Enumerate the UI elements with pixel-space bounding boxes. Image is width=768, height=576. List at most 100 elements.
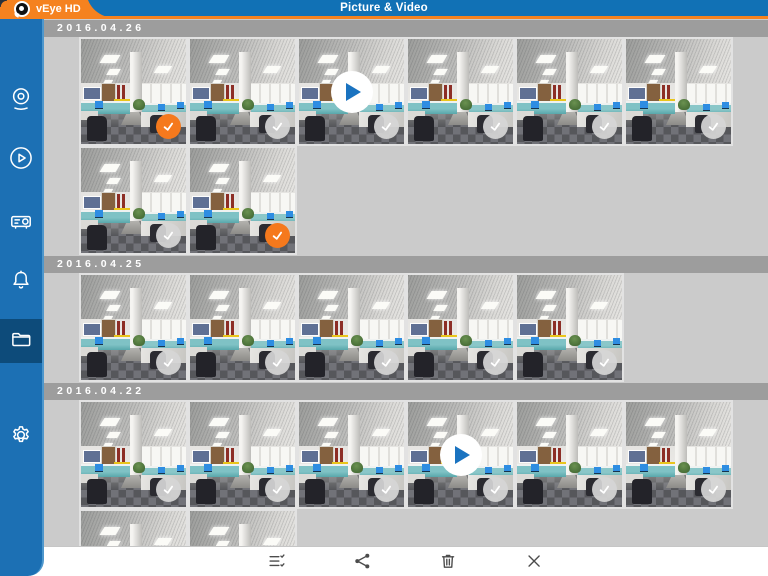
scene-mon xyxy=(204,101,212,109)
scene-pic xyxy=(192,196,210,209)
scene-mon xyxy=(722,465,729,472)
sidebar-item-cameras[interactable] xyxy=(0,79,42,123)
scene-mon xyxy=(422,101,430,109)
scene-plant xyxy=(569,462,581,473)
check-selected-icon[interactable] xyxy=(156,114,181,139)
check-unselected-icon[interactable] xyxy=(701,477,726,502)
toolbar-delete-button[interactable] xyxy=(438,551,460,573)
check-unselected-icon[interactable] xyxy=(265,114,290,139)
check-unselected-icon[interactable] xyxy=(592,477,617,502)
check-unselected-icon[interactable] xyxy=(374,477,399,502)
scene-chair xyxy=(523,479,543,504)
scene-chair xyxy=(196,116,216,141)
photo-thumbnail[interactable] xyxy=(79,273,188,382)
scene-mon xyxy=(158,467,165,474)
photo-thumbnail[interactable] xyxy=(188,37,297,146)
scene-mon xyxy=(722,102,729,109)
photo-thumbnail[interactable] xyxy=(297,273,406,382)
scene-pic xyxy=(83,323,101,336)
scene-mon xyxy=(531,337,539,345)
scene-mon xyxy=(286,102,293,109)
play-icon[interactable] xyxy=(439,433,482,476)
photo-thumbnail[interactable] xyxy=(188,400,297,509)
video-thumbnail[interactable] xyxy=(406,400,515,509)
scene-mon xyxy=(286,211,293,218)
photo-thumbnail[interactable] xyxy=(624,37,733,146)
sidebar-item-playback[interactable] xyxy=(0,138,42,182)
scene-mon xyxy=(177,465,184,472)
scene-plant xyxy=(133,462,145,473)
scene-mon xyxy=(204,210,212,218)
check-unselected-icon[interactable] xyxy=(483,477,508,502)
header-bar: Picture & Video xyxy=(0,0,768,19)
scene-mon xyxy=(594,104,601,111)
scene-plant xyxy=(678,462,690,473)
photo-thumbnail[interactable] xyxy=(515,273,624,382)
photo-thumbnail[interactable] xyxy=(188,273,297,382)
video-thumbnail[interactable] xyxy=(297,37,406,146)
photo-thumbnail[interactable] xyxy=(188,146,297,255)
sidebar-item-settings[interactable] xyxy=(0,415,42,459)
check-unselected-icon[interactable] xyxy=(374,114,399,139)
toolbar-close-button[interactable] xyxy=(524,551,546,573)
photo-thumbnail[interactable] xyxy=(515,37,624,146)
check-unselected-icon[interactable] xyxy=(156,350,181,375)
bell-icon xyxy=(8,268,34,299)
scene-mon xyxy=(267,340,274,347)
sidebar-item-files[interactable] xyxy=(0,319,42,363)
scene-mon xyxy=(703,467,710,474)
scene-plant xyxy=(569,99,581,110)
photo-thumbnail[interactable] xyxy=(297,400,406,509)
check-unselected-icon[interactable] xyxy=(156,223,181,248)
scene-mon xyxy=(703,104,710,111)
scene-mon xyxy=(158,213,165,220)
check-unselected-icon[interactable] xyxy=(483,114,508,139)
check-unselected-icon[interactable] xyxy=(701,114,726,139)
thumbnail-row xyxy=(44,400,768,509)
check-unselected-icon[interactable] xyxy=(265,350,290,375)
scene-mon xyxy=(267,467,274,474)
scene-pic xyxy=(519,323,537,336)
check-unselected-icon[interactable] xyxy=(374,350,399,375)
scene-mon xyxy=(395,338,402,345)
scene-pic xyxy=(192,87,210,100)
scene-pic xyxy=(301,323,319,336)
brand-name: vEye HD xyxy=(36,3,81,15)
scene-mon xyxy=(485,104,492,111)
scene-mon xyxy=(158,104,165,111)
scene-pic xyxy=(628,87,646,100)
photo-thumbnail[interactable] xyxy=(79,400,188,509)
scene-pic xyxy=(192,450,210,463)
toolbar-select-button[interactable] xyxy=(266,551,288,573)
check-unselected-icon[interactable] xyxy=(592,114,617,139)
photo-thumbnail[interactable] xyxy=(515,400,624,509)
sidebar-item-alerts[interactable] xyxy=(0,261,42,305)
thumbnail-row xyxy=(44,146,768,255)
check-unselected-icon[interactable] xyxy=(592,350,617,375)
check-unselected-icon[interactable] xyxy=(265,477,290,502)
check-selected-icon[interactable] xyxy=(265,223,290,248)
check-unselected-icon[interactable] xyxy=(483,350,508,375)
scene-mon xyxy=(485,340,492,347)
photo-thumbnail[interactable] xyxy=(79,37,188,146)
play-icon[interactable] xyxy=(330,70,373,113)
photo-thumbnail[interactable] xyxy=(624,400,733,509)
photo-thumbnail[interactable] xyxy=(79,146,188,255)
scene-plant xyxy=(242,208,254,219)
scene-plant xyxy=(460,99,472,110)
scene-plant xyxy=(133,99,145,110)
scene-mon xyxy=(177,211,184,218)
scene-mon xyxy=(613,102,620,109)
date-header: 2016.04.26 xyxy=(44,20,768,37)
screen-corner-notch xyxy=(0,0,7,7)
photo-thumbnail[interactable] xyxy=(406,273,515,382)
sidebar-item-devices[interactable] xyxy=(0,201,42,245)
scene-plant xyxy=(242,462,254,473)
toolbar-share-button[interactable] xyxy=(352,551,374,573)
photo-thumbnail[interactable] xyxy=(406,37,515,146)
thumbnail-row xyxy=(44,37,768,146)
scene-mon xyxy=(613,465,620,472)
check-unselected-icon[interactable] xyxy=(156,477,181,502)
play-circle-icon xyxy=(8,145,34,176)
scene-chair xyxy=(414,116,434,141)
